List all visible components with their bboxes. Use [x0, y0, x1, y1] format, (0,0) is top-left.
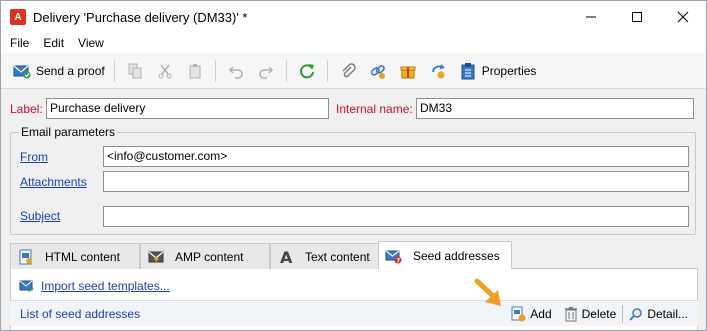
attachments-link[interactable]: Attachments	[20, 175, 87, 189]
menu-view[interactable]: View	[69, 36, 109, 50]
add-icon	[510, 306, 526, 322]
maximize-icon	[632, 12, 642, 22]
undo-icon	[227, 62, 245, 80]
seed-address-list-title: List of seed addresses	[20, 306, 141, 321]
from-input[interactable]: <info@customer.com>	[103, 146, 689, 167]
import-icon	[19, 278, 37, 294]
offers-button[interactable]	[393, 58, 423, 84]
copy-button[interactable]	[120, 58, 150, 84]
delete-button[interactable]: Delete	[558, 302, 623, 326]
subject-link[interactable]: Subject	[20, 209, 60, 223]
send-proof-label: Send a proof	[36, 63, 105, 78]
tab-text-content[interactable]: A Text content	[270, 243, 380, 269]
attachments-input[interactable]	[103, 171, 689, 192]
cut-button[interactable]	[150, 58, 180, 84]
internal-name-caption: Internal name:	[336, 102, 413, 116]
tracking-icon	[429, 62, 447, 80]
menu-edit[interactable]: Edit	[34, 36, 69, 50]
toolbar-separator	[285, 59, 287, 82]
add-label: Add	[530, 307, 552, 321]
redo-button[interactable]	[251, 58, 281, 84]
delete-label: Delete	[581, 307, 617, 321]
seed-addresses-icon: ?	[385, 247, 403, 265]
paste-button[interactable]	[180, 58, 210, 84]
paperclip-icon	[339, 62, 357, 80]
detail-button[interactable]: Detail...	[623, 302, 694, 326]
delivery-window: A Delivery 'Purchase delivery (DM33)' * …	[0, 0, 707, 331]
toolbar-separator	[113, 59, 115, 82]
copy-icon	[126, 62, 144, 80]
svg-text:?: ?	[397, 258, 401, 264]
import-seed-templates[interactable]: Import seed templates...	[19, 278, 170, 294]
title-bar: A Delivery 'Purchase delivery (DM33)' *	[1, 1, 706, 33]
undo-button[interactable]	[221, 58, 251, 84]
toolbar: Send a proof Properties	[1, 53, 706, 89]
svg-text:A: A	[280, 249, 293, 265]
add-button[interactable]: Add	[504, 302, 557, 326]
html-content-icon	[17, 248, 35, 266]
paste-icon	[186, 62, 204, 80]
content-tabs: HTML content AMP content A Text content …	[10, 241, 698, 270]
trash-icon	[564, 306, 578, 322]
window-title: Delivery 'Purchase delivery (DM33)' *	[33, 9, 248, 25]
tab-seed-addresses-label: Seed addresses	[413, 249, 500, 263]
detail-label: Detail...	[647, 307, 688, 321]
properties-label: Properties	[481, 63, 537, 78]
refresh-button[interactable]	[292, 58, 322, 84]
internal-name-input[interactable]: DM33	[416, 98, 694, 119]
link-button[interactable]	[363, 58, 393, 84]
import-seed-templates-link[interactable]: Import seed templates...	[41, 279, 170, 293]
maximize-button[interactable]	[614, 1, 660, 33]
tab-amp-content[interactable]: AMP content	[140, 243, 270, 269]
link-icon	[369, 62, 387, 80]
toolbar-separator	[326, 59, 328, 82]
callout-arrow-icon	[474, 278, 501, 306]
toolbar-separator	[214, 59, 216, 82]
email-parameters-title: Email parameters	[19, 125, 118, 139]
send-proof-button[interactable]: Send a proof	[7, 58, 109, 84]
properties-button[interactable]: Properties	[453, 58, 541, 84]
app-logo-icon: A	[10, 9, 26, 25]
cut-icon	[156, 62, 174, 80]
attachment-button[interactable]	[333, 58, 363, 84]
magnifier-icon	[629, 307, 643, 321]
minimize-icon	[586, 16, 596, 18]
label-caption: Label:	[10, 102, 43, 116]
gift-icon	[399, 62, 417, 80]
from-value: <info@customer.com>	[107, 149, 228, 163]
close-button[interactable]	[660, 1, 706, 33]
tab-html-content-label: HTML content	[45, 249, 120, 264]
label-input[interactable]: Purchase delivery	[46, 98, 329, 119]
tab-html-content[interactable]: HTML content	[10, 243, 140, 269]
redo-icon	[257, 62, 275, 80]
send-proof-icon	[13, 62, 31, 80]
clipboard-icon	[459, 62, 477, 80]
list-actions: Add Delete Detail...	[504, 301, 694, 327]
text-content-icon: A	[277, 248, 295, 266]
window-controls	[568, 1, 706, 33]
close-icon	[677, 11, 689, 23]
amp-content-icon	[147, 248, 165, 266]
from-link[interactable]: From	[20, 150, 48, 164]
subject-input[interactable]	[103, 206, 689, 227]
tab-amp-content-label: AMP content	[175, 249, 244, 264]
seed-address-list-header: List of seed addresses Add Delete Detail…	[10, 300, 698, 326]
tracking-button[interactable]	[423, 58, 453, 84]
refresh-icon	[298, 62, 316, 80]
minimize-button[interactable]	[568, 1, 614, 33]
tab-seed-addresses[interactable]: ? Seed addresses	[378, 241, 512, 270]
menu-file[interactable]: File	[1, 36, 34, 50]
menu-bar: File Edit View	[1, 33, 706, 53]
tab-text-content-label: Text content	[305, 249, 370, 264]
